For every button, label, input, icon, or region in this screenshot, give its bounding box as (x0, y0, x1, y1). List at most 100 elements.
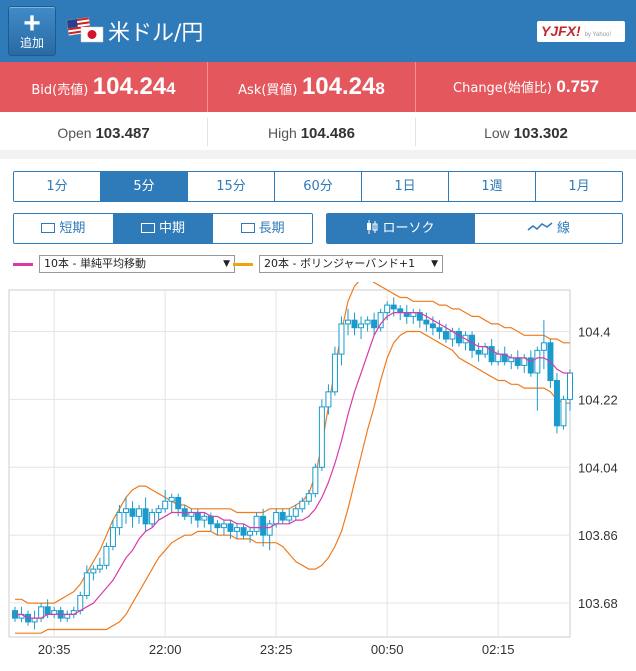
us-jp-flags-icon (66, 17, 104, 43)
style-line[interactable]: 線 (474, 214, 622, 243)
candle-body (358, 323, 365, 329)
zoom-long-icon (240, 223, 255, 233)
candle-body (253, 515, 260, 532)
bb-swatch (233, 263, 253, 266)
candle-body (234, 527, 240, 532)
candle-body (338, 323, 345, 355)
price-bar: Bid(売値) 104.244 Ask(買値) 104.248 Change(始… (0, 62, 636, 112)
open-label: Open (57, 125, 92, 141)
ma-select[interactable]: 10本 - 単純平均移動 ▼ (39, 255, 235, 273)
term-mid[interactable]: 中期 (112, 214, 213, 243)
zoom-short-icon (41, 223, 56, 233)
candle-body (292, 508, 299, 517)
candle-body (260, 515, 267, 536)
plot-area (8, 289, 571, 638)
candle-body (162, 500, 169, 510)
ask-cell: Ask(買値) 104.248 (207, 62, 415, 112)
style-candle[interactable]: ローソク (327, 214, 474, 243)
term-long-label: 長期 (258, 221, 285, 236)
ask-pip: 8 (375, 79, 385, 98)
chart-style-selector: ローソク 線 (326, 213, 623, 244)
dropdown-caret-icon: ▼ (431, 259, 438, 269)
candle-body (129, 508, 136, 517)
candle-body (103, 545, 110, 566)
y-tick-label: 103.86 (578, 528, 618, 543)
interval-1d[interactable]: 1日 (361, 172, 448, 201)
candle-body (345, 319, 351, 325)
dropdown-caret-icon: ▼ (223, 259, 230, 269)
low-cell: Low 103.302 (415, 118, 636, 146)
add-button-label: 追加 (19, 36, 44, 50)
ma-indicator: 10本 - 単純平均移動 ▼ (13, 254, 235, 274)
yjfx-logo: YJFX! by Yahoo! (537, 21, 625, 42)
interval-15m[interactable]: 15分 (187, 172, 274, 201)
bid-cell: Bid(売値) 104.244 (0, 62, 207, 112)
y-tick-label: 104.04 (578, 460, 618, 475)
low-value: 103.302 (513, 125, 568, 142)
candle-body (390, 304, 397, 310)
candle-body (331, 353, 338, 393)
candle-body (456, 330, 462, 344)
open-cell: Open 103.487 (0, 118, 207, 146)
candle-body (168, 496, 175, 502)
add-pair-button[interactable]: + 追加 (8, 6, 56, 56)
term-selector: 短期 中期 長期 (13, 213, 313, 244)
candle-body (325, 391, 332, 408)
candle-body (514, 357, 521, 366)
interval-1m[interactable]: 1分 (14, 172, 100, 201)
section-divider (0, 150, 636, 159)
candle-body (312, 466, 319, 495)
candle-body (299, 500, 306, 510)
style-line-label: 線 (556, 221, 570, 236)
price-chart[interactable]: 104.4 104.22 104.04 103.86 103.68 20:35 22:00 2… (0, 282, 636, 671)
candle-body (436, 327, 443, 332)
y-tick-label: 104.22 (578, 392, 618, 407)
candle-body (240, 527, 247, 536)
line-chart-icon (527, 222, 553, 231)
candle-body (214, 523, 221, 529)
ma-swatch (13, 263, 33, 266)
currency-pair-title: 米ドル/円 (108, 21, 204, 46)
interval-selector: 1分 5分 15分 60分 1日 1週 1月 (13, 171, 623, 202)
bb-indicator: 20本 - ボリンジャーバンド+1 ▼ (233, 254, 445, 274)
candle-body (207, 515, 214, 525)
high-label: High (268, 125, 297, 141)
bid-pip: 4 (166, 79, 176, 98)
interval-1mo[interactable]: 1月 (535, 172, 622, 201)
candle-body (371, 319, 378, 329)
zoom-mid-icon (141, 223, 155, 233)
y-tick-label: 104.4 (578, 324, 611, 339)
candle-body (109, 527, 116, 547)
interval-60m[interactable]: 60分 (274, 172, 361, 201)
candle-body (567, 372, 573, 400)
candle-body (560, 398, 567, 427)
candle-body (553, 380, 560, 427)
logo-sub: by Yahoo! (584, 32, 612, 38)
bid-label: Bid(売値) (31, 83, 89, 98)
interval-1w[interactable]: 1週 (448, 172, 535, 201)
bb-select[interactable]: 20本 - ボリンジャーバンド+1 ▼ (259, 255, 443, 273)
term-short[interactable]: 短期 (14, 214, 113, 243)
candle-body (247, 530, 254, 536)
candle-body (123, 508, 129, 514)
style-candle-label: ローソク (382, 221, 435, 236)
candle-body (149, 512, 156, 525)
candle-body (442, 330, 449, 340)
x-tick-label: 02:15 (482, 642, 515, 657)
candle-body (142, 508, 149, 525)
candle-body (96, 564, 103, 570)
interval-5m[interactable]: 5分 (100, 172, 187, 201)
candle-body (77, 595, 84, 612)
x-tick-label: 00:50 (371, 642, 404, 657)
ohl-row: Open 103.487 High 104.486 Low 103.302 (0, 112, 636, 150)
candle-body (136, 508, 143, 517)
candle-body (377, 312, 384, 329)
candle-body (429, 323, 436, 329)
candle-body (83, 572, 90, 597)
candle-body (318, 406, 325, 468)
ask-main: 104.24 (301, 73, 376, 100)
candle-icon (367, 220, 378, 234)
high-cell: High 104.486 (207, 118, 415, 146)
candle-body (90, 568, 97, 574)
term-long[interactable]: 長期 (212, 214, 312, 243)
